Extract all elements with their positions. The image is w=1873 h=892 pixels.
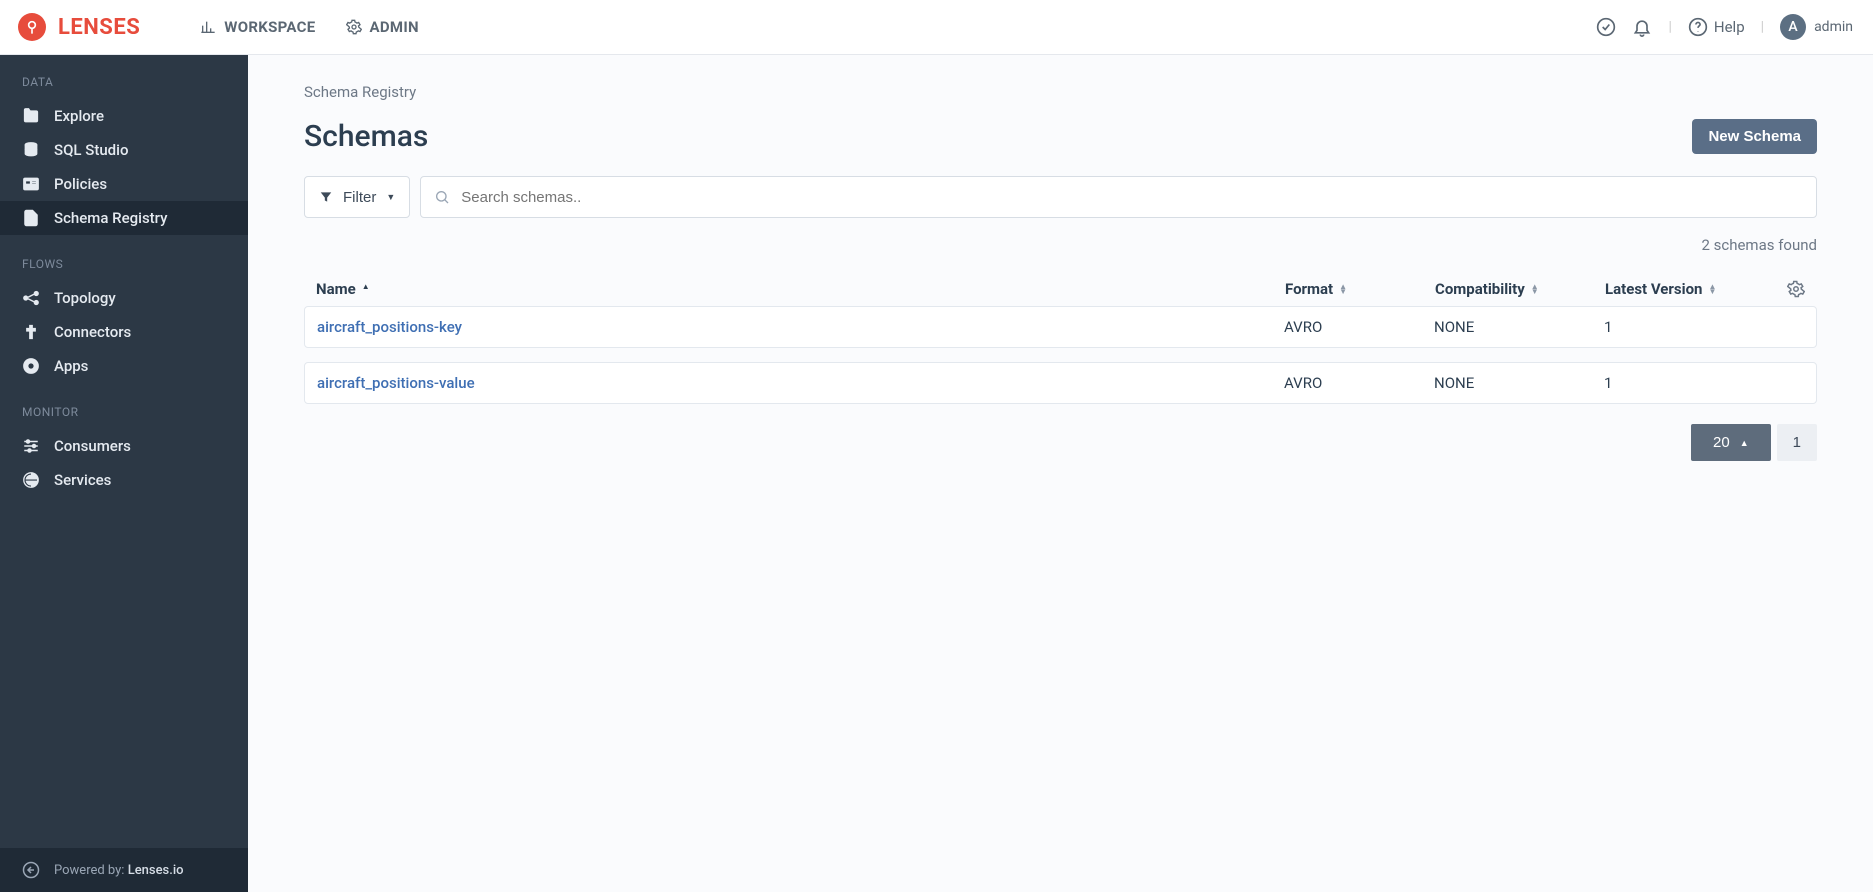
sidebar-item-label: SQL Studio bbox=[54, 141, 128, 159]
footer-link[interactable]: Lenses.io bbox=[128, 863, 184, 878]
table-row: aircraft_positions-key AVRO NONE 1 bbox=[304, 306, 1817, 348]
column-latest-version[interactable]: Latest Version ▲▼ bbox=[1605, 280, 1765, 298]
sidebar-item-connectors[interactable]: Connectors bbox=[0, 315, 248, 349]
page-title: Schemas bbox=[304, 119, 428, 154]
sidebar-footer: Powered by: Lenses.io bbox=[0, 848, 248, 892]
notifications-icon[interactable] bbox=[1632, 17, 1652, 37]
sidebar-item-label: Apps bbox=[54, 357, 88, 375]
page-size-select[interactable]: 20 ▲ bbox=[1691, 424, 1771, 461]
cell-compatibility: NONE bbox=[1434, 374, 1604, 392]
sidebar-item-apps[interactable]: Apps bbox=[0, 349, 248, 383]
column-compatibility[interactable]: Compatibility ▲▼ bbox=[1435, 280, 1605, 298]
cell-compatibility: NONE bbox=[1434, 318, 1604, 336]
brand-name: LENSES bbox=[58, 15, 140, 40]
cell-format: AVRO bbox=[1284, 374, 1434, 392]
schema-name-link[interactable]: aircraft_positions-value bbox=[317, 374, 1284, 392]
search-icon bbox=[433, 189, 451, 205]
user-menu[interactable]: A admin bbox=[1780, 14, 1853, 40]
filter-button[interactable]: Filter ▼ bbox=[304, 176, 410, 218]
table-header: Name ▲▼ Format ▲▼ Compatibility ▲▼ Lates… bbox=[304, 272, 1817, 306]
cell-latest-version: 1 bbox=[1604, 318, 1764, 336]
help-button[interactable]: Help bbox=[1688, 17, 1745, 37]
top-header: LENSES WORKSPACE ADMIN | Help | A admin bbox=[0, 0, 1873, 55]
sidebar-item-label: Services bbox=[54, 471, 111, 489]
help-label: Help bbox=[1714, 18, 1745, 36]
schema-name-link[interactable]: aircraft_positions-key bbox=[317, 318, 1284, 336]
pagination: 20 ▲ 1 bbox=[304, 424, 1817, 461]
filter-icon bbox=[319, 190, 333, 204]
topnav-admin[interactable]: ADMIN bbox=[346, 18, 419, 36]
sidebar-item-topology[interactable]: Topology bbox=[0, 281, 248, 315]
sidebar-item-services[interactable]: Services bbox=[0, 463, 248, 497]
chevron-down-icon: ▼ bbox=[386, 192, 395, 202]
sort-icon: ▲▼ bbox=[1708, 284, 1716, 294]
sidebar-item-label: Consumers bbox=[54, 437, 131, 455]
filter-label: Filter bbox=[343, 189, 376, 206]
search-input[interactable] bbox=[461, 189, 1804, 206]
footer-prefix: Powered by: bbox=[54, 863, 128, 878]
table-settings-icon[interactable] bbox=[1787, 280, 1805, 298]
sidebar-item-label: Connectors bbox=[54, 323, 131, 341]
sort-icon: ▲▼ bbox=[1531, 284, 1539, 294]
brand-logo[interactable]: LENSES bbox=[18, 13, 140, 41]
separator: | bbox=[1668, 19, 1671, 35]
caret-up-icon: ▲ bbox=[1740, 438, 1749, 448]
sidebar-item-label: Schema Registry bbox=[54, 209, 167, 227]
topnav-admin-label: ADMIN bbox=[370, 18, 419, 36]
column-name[interactable]: Name ▲▼ bbox=[316, 280, 1285, 298]
cell-latest-version: 1 bbox=[1604, 374, 1764, 392]
sidebar-section-flows: FLOWS bbox=[0, 257, 248, 281]
cell-format: AVRO bbox=[1284, 318, 1434, 336]
sidebar-item-explore[interactable]: Explore bbox=[0, 99, 248, 133]
breadcrumb[interactable]: Schema Registry bbox=[304, 83, 1817, 101]
sidebar-item-policies[interactable]: Policies bbox=[0, 167, 248, 201]
column-format[interactable]: Format ▲▼ bbox=[1285, 280, 1435, 298]
sidebar: DATA Explore SQL Studio Policies Schema … bbox=[0, 55, 248, 892]
sidebar-item-consumers[interactable]: Consumers bbox=[0, 429, 248, 463]
user-name: admin bbox=[1814, 19, 1853, 35]
brand-mark-icon bbox=[18, 13, 46, 41]
sidebar-section-data: DATA bbox=[0, 75, 248, 99]
avatar: A bbox=[1780, 14, 1806, 40]
sort-icon: ▲▼ bbox=[1339, 284, 1347, 294]
main-content: Schema Registry Schemas New Schema Filte… bbox=[248, 55, 1873, 892]
new-schema-button[interactable]: New Schema bbox=[1692, 119, 1817, 154]
separator: | bbox=[1761, 19, 1764, 35]
results-count: 2 schemas found bbox=[304, 236, 1817, 254]
sidebar-section-monitor: MONITOR bbox=[0, 405, 248, 429]
sidebar-item-label: Topology bbox=[54, 289, 116, 307]
page-number[interactable]: 1 bbox=[1777, 424, 1817, 461]
sidebar-item-schema-registry[interactable]: Schema Registry bbox=[0, 201, 248, 235]
back-arrow-icon[interactable] bbox=[22, 861, 40, 879]
sort-icon: ▲▼ bbox=[362, 284, 370, 294]
sidebar-item-label: Policies bbox=[54, 175, 107, 193]
table-row: aircraft_positions-value AVRO NONE 1 bbox=[304, 362, 1817, 404]
topnav-workspace[interactable]: WORKSPACE bbox=[200, 18, 315, 36]
status-ok-icon[interactable] bbox=[1596, 17, 1616, 37]
search-input-wrap[interactable] bbox=[420, 176, 1817, 218]
topnav-workspace-label: WORKSPACE bbox=[224, 18, 315, 36]
sidebar-item-sql-studio[interactable]: SQL Studio bbox=[0, 133, 248, 167]
sidebar-item-label: Explore bbox=[54, 107, 104, 125]
